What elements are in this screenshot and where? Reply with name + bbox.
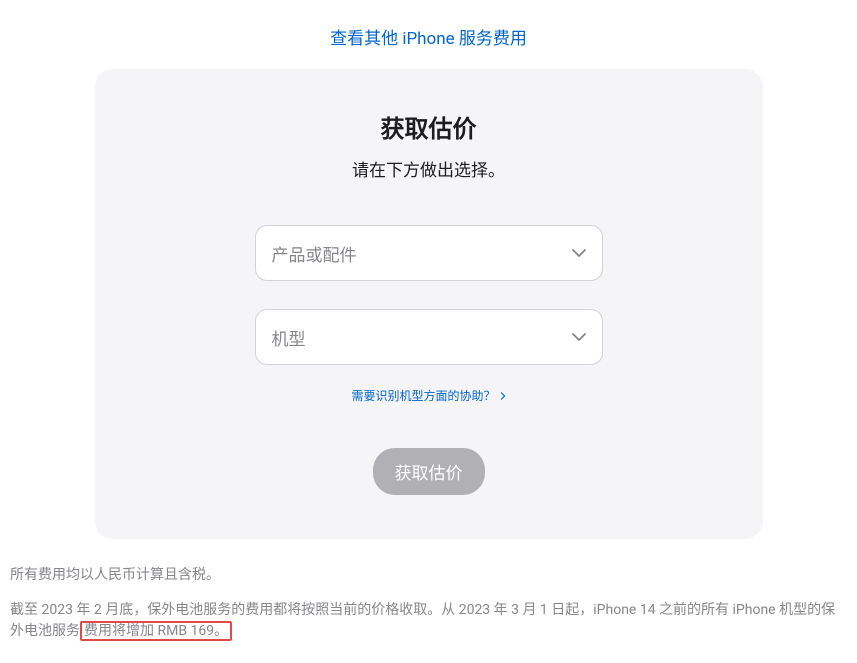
footer-note-2: 截至 2023 年 2 月底，保外电池服务的费用都将按照当前的价格收取。从 20… [10,600,847,642]
card-title: 获取估价 [135,109,723,144]
product-select[interactable]: 产品或配件 [255,225,603,281]
chevron-down-icon [572,330,586,344]
help-link-label: 需要识别机型方面的协助？ [351,387,495,404]
model-select-placeholder: 机型 [272,325,306,350]
model-select[interactable]: 机型 [255,309,603,365]
card-subtitle: 请在下方做出选择。 [135,156,723,181]
estimate-card: 获取估价 请在下方做出选择。 产品或配件 机型 需要识别机型方面的协助？ 获取估… [95,69,763,539]
chevron-right-icon [500,392,506,400]
identify-model-help-link[interactable]: 需要识别机型方面的协助？ [351,387,505,404]
get-estimate-button[interactable]: 获取估价 [373,448,485,495]
footer-notes: 所有费用均以人民币计算且含税。 截至 2023 年 2 月底，保外电池服务的费用… [0,539,857,642]
footer-note-1: 所有费用均以人民币计算且含税。 [10,565,847,586]
price-increase-highlight: 费用将增加 RMB 169。 [80,621,232,641]
other-service-fees-link[interactable]: 查看其他 iPhone 服务费用 [330,29,527,49]
product-select-placeholder: 产品或配件 [272,241,357,266]
chevron-down-icon [572,246,586,260]
